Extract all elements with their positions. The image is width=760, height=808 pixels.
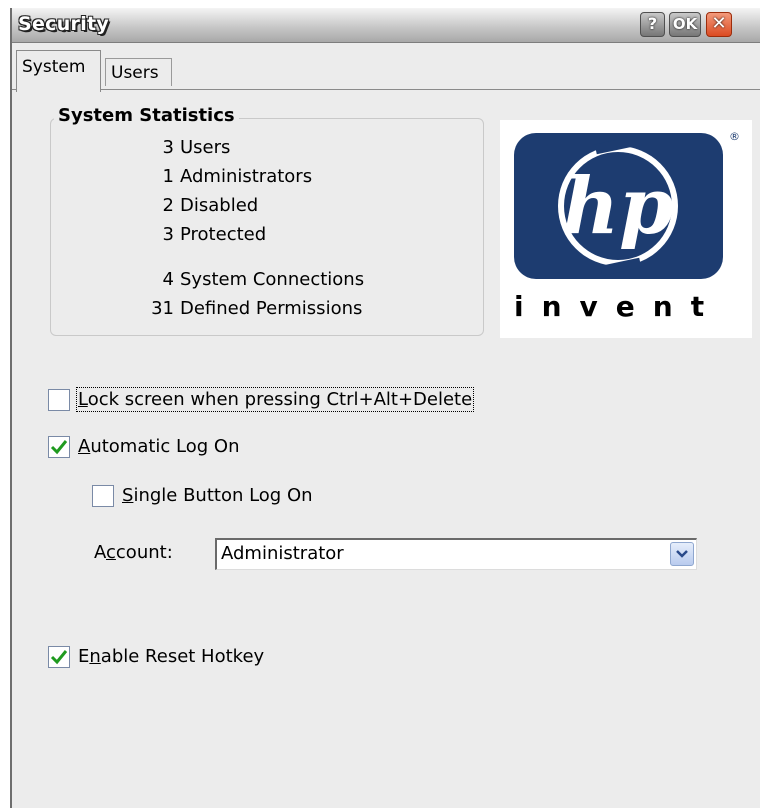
account-dropdown[interactable]: Administrator [215, 538, 697, 570]
account-label: Account: [94, 542, 173, 563]
check-mark-icon [50, 650, 68, 665]
stat-label: Disabled [180, 195, 259, 216]
title-bar[interactable]: Security ? OK ✕ [12, 8, 760, 43]
stat-label: Defined Permissions [180, 298, 363, 319]
tab-strip: Users System [12, 42, 760, 92]
stat-count: 2 [162, 195, 174, 216]
automatic-logon-checkbox[interactable] [48, 436, 70, 458]
hp-logo-mark: hp [514, 133, 723, 279]
stat-count: 31 [151, 298, 174, 319]
stat-label: System Connections [180, 269, 365, 290]
check-mark-icon [50, 440, 68, 455]
reset-hotkey-label[interactable]: Enable Reset Hotkey [78, 646, 264, 667]
tab-divider [12, 89, 760, 90]
lock-screen-label[interactable]: Lock screen when pressing Ctrl+Alt+Delet… [75, 387, 475, 412]
stat-count: 3 [162, 224, 174, 245]
automatic-logon-label[interactable]: Automatic Log On [78, 436, 240, 457]
tab-system[interactable]: System [16, 50, 101, 92]
dropdown-button[interactable] [670, 542, 694, 566]
tab-users[interactable]: Users [105, 58, 172, 86]
statistics-title: System Statistics [54, 105, 239, 126]
stat-label: Users [180, 137, 231, 158]
account-value: Administrator [221, 543, 344, 564]
close-icon: ✕ [711, 13, 727, 34]
chevron-down-icon [676, 550, 688, 558]
svg-text:hp: hp [562, 161, 673, 252]
hp-mark-icon: hp [558, 136, 678, 276]
stat-label: Administrators [180, 166, 313, 187]
hp-logo: hp ® invent [500, 120, 752, 338]
registered-mark: ® [729, 130, 740, 143]
stat-count: 3 [162, 137, 174, 158]
help-button[interactable]: ? [640, 12, 665, 37]
lock-screen-checkbox[interactable] [48, 389, 70, 411]
stat-label: Protected [180, 224, 267, 245]
window-title: Security [18, 13, 110, 35]
single-button-logon-label[interactable]: Single Button Log On [122, 485, 313, 506]
reset-hotkey-checkbox[interactable] [48, 646, 70, 668]
stat-count: 4 [162, 269, 174, 290]
stat-count: 1 [162, 166, 174, 187]
security-window: Security ? OK ✕ Users System System Stat… [10, 8, 760, 808]
ok-button[interactable]: OK [669, 12, 701, 37]
single-button-logon-checkbox[interactable] [92, 485, 114, 507]
close-button[interactable]: ✕ [706, 12, 732, 37]
hp-tagline: invent [514, 290, 723, 323]
